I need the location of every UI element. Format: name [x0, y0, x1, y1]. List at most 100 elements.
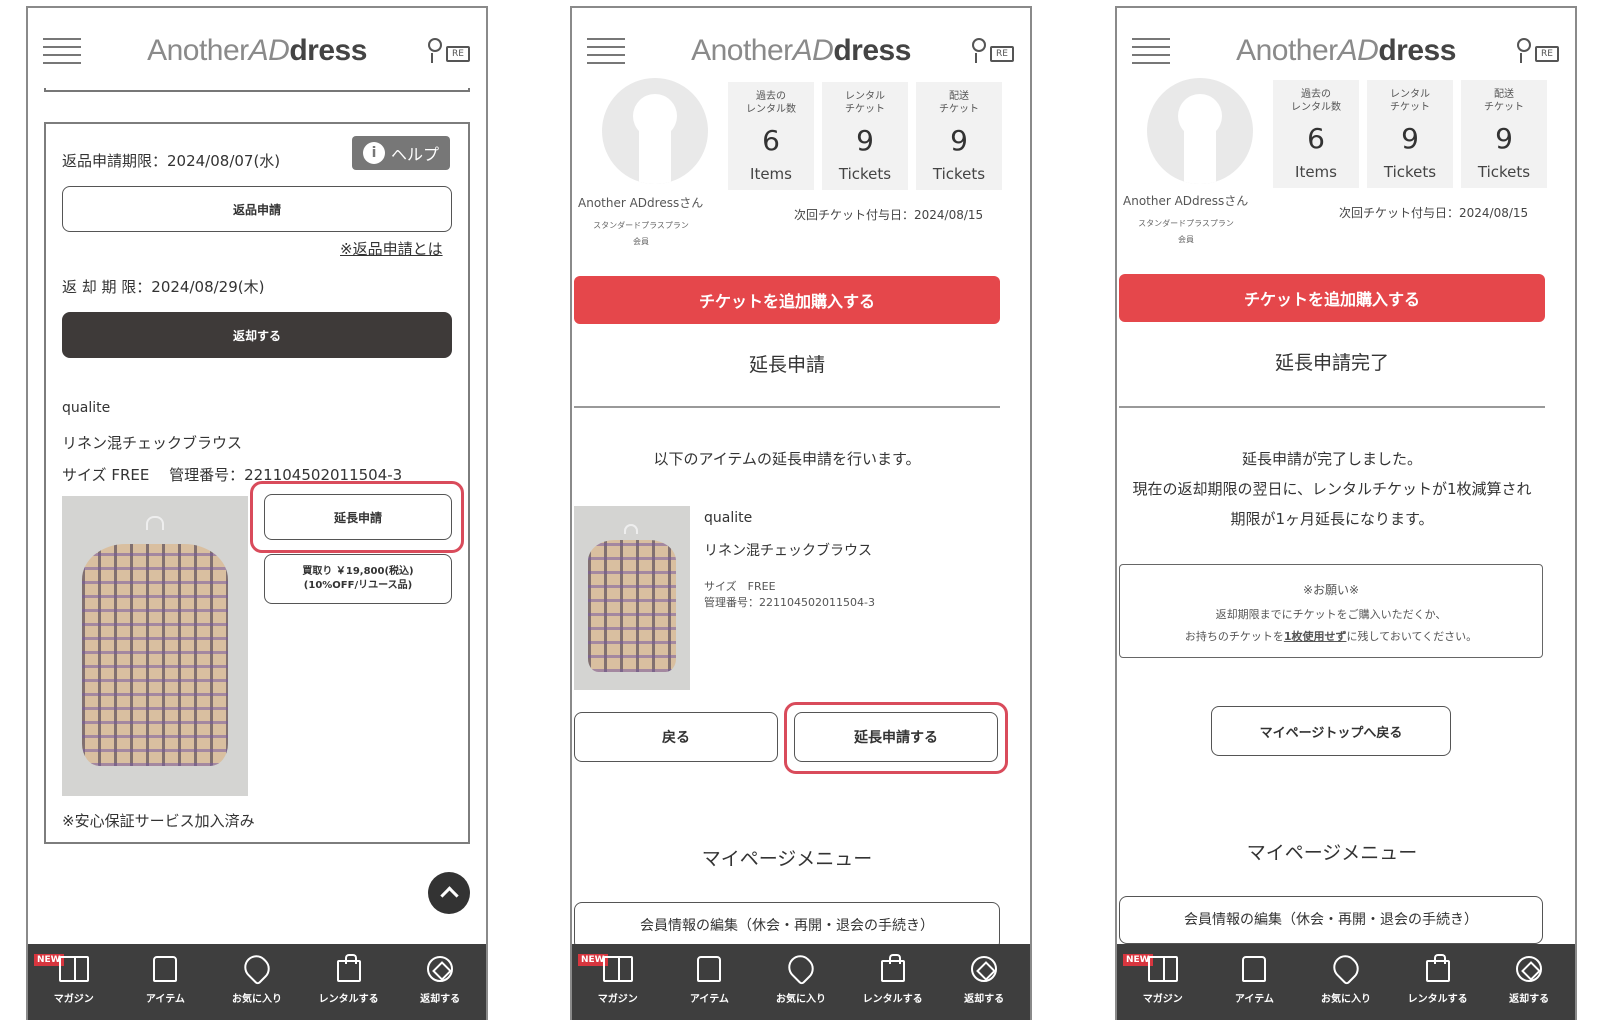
- stat-label: チケット: [939, 104, 979, 115]
- nav-rent[interactable]: レンタルする: [303, 944, 395, 1020]
- nav-rent[interactable]: レンタルする: [847, 944, 939, 1020]
- item-photo[interactable]: [62, 496, 248, 796]
- notice-title: ※お願い※: [1302, 583, 1360, 597]
- stat-rental-tickets: レンタル チケット 9 Tickets: [822, 82, 908, 190]
- stat-rental-tickets: レンタル チケット 9 Tickets: [1367, 80, 1453, 188]
- buy-item-button[interactable]: 買取り ￥19,800(税込) (10%OFF/リユース品): [264, 554, 452, 604]
- nav-label: マガジン: [53, 994, 94, 1005]
- stat-label: レンタル: [845, 91, 885, 102]
- section-title: 延長申請完了: [1274, 352, 1389, 374]
- back-to-mypage-button[interactable]: マイページトップへ戻る: [1211, 706, 1451, 756]
- blouse-image: [82, 544, 228, 766]
- profile-name: Another ADdressさん: [578, 196, 704, 210]
- nav-items[interactable]: アイテム: [664, 944, 756, 1020]
- account-ticket-icon[interactable]: RE: [1517, 38, 1561, 66]
- nav-label: 返却する: [964, 994, 1005, 1005]
- stat-unit: Items: [750, 165, 792, 183]
- user-icon: [428, 38, 442, 63]
- stat-value: 9: [950, 124, 968, 157]
- avatar: [602, 78, 708, 184]
- stat-label: チケット: [1390, 102, 1430, 113]
- heart-icon: [1328, 950, 1364, 986]
- nav-return[interactable]: 返却する: [938, 944, 1030, 1020]
- item-size: サイズ FREE: [704, 580, 776, 593]
- complete-message-line3: 期限が1ヶ月延長になります。: [1230, 510, 1434, 528]
- plan-member: 会員: [1178, 235, 1194, 244]
- shirt-icon: [153, 956, 178, 982]
- next-ticket-date: 次回チケット付与日：2024/08/15: [794, 208, 984, 222]
- magazine-icon: [1147, 956, 1178, 982]
- stat-label: 過去の: [1301, 89, 1331, 100]
- magazine-icon: [602, 956, 633, 982]
- stat-label: チケット: [1484, 102, 1524, 113]
- nav-label: アイテム: [1234, 994, 1274, 1005]
- return-button[interactable]: 返却する: [62, 312, 452, 358]
- heart-icon: [783, 950, 819, 986]
- avatar: [1147, 78, 1253, 184]
- logo[interactable]: AnotherADdress: [1117, 34, 1575, 68]
- extend-request-button[interactable]: 延長申請: [264, 494, 452, 540]
- divider: [574, 406, 1000, 408]
- item-photo: [574, 506, 690, 690]
- nav-favorites[interactable]: お気に入り: [1300, 944, 1392, 1020]
- intro-text: 以下のアイテムの延長申請を行います。: [653, 450, 921, 468]
- nav-favorites[interactable]: お気に入り: [755, 944, 847, 1020]
- menu-edit-profile[interactable]: 会員情報の編集（休会・再開・退会の手続き）: [574, 902, 1000, 950]
- help-button[interactable]: i ヘルプ: [352, 136, 450, 170]
- buy-tickets-button[interactable]: チケットを追加購入する: [574, 276, 1000, 324]
- stat-value: 6: [762, 124, 780, 157]
- stat-unit: Items: [1295, 163, 1337, 181]
- logo[interactable]: AnotherADdress: [572, 34, 1030, 68]
- guarantee-note: ※安心保証サービス加入済み: [62, 812, 255, 830]
- nav-magazine[interactable]: NEW マガジン: [1117, 944, 1209, 1020]
- notice-line2-emphasis: 1枚使用せず: [1283, 630, 1347, 643]
- back-button[interactable]: 戻る: [574, 712, 778, 762]
- stat-label: 配送: [1494, 89, 1514, 100]
- nav-label: お気に入り: [231, 994, 282, 1005]
- notice-line1: 返却期限までにチケットをご購入いただくか、: [1215, 608, 1447, 621]
- return-request-info-link[interactable]: ※返品申請とは: [340, 238, 443, 259]
- heart-icon: [239, 950, 275, 986]
- nav-rent[interactable]: レンタルする: [1392, 944, 1484, 1020]
- buy-tickets-button[interactable]: チケットを追加購入する: [1119, 274, 1545, 322]
- nav-magazine[interactable]: NEW マガジン: [572, 944, 664, 1020]
- nav-magazine[interactable]: NEW マガジン: [28, 944, 120, 1020]
- nav-items[interactable]: アイテム: [120, 944, 212, 1020]
- item-name: リネン混チェックブラウス: [62, 434, 243, 452]
- help-label: ヘルプ: [390, 145, 439, 164]
- return-deadline: 返 却 期 限：2024/08/29(木): [62, 278, 265, 296]
- nav-label: お気に入り: [1320, 994, 1371, 1005]
- stat-unit: Tickets: [1383, 163, 1437, 181]
- shopping-bag-icon: [1425, 954, 1450, 982]
- nav-favorites[interactable]: お気に入り: [211, 944, 303, 1020]
- account-ticket-icon[interactable]: RE: [972, 38, 1016, 66]
- stat-unit: Tickets: [932, 165, 986, 183]
- hanger-icon: [146, 516, 164, 530]
- plan-name: スタンダードプラスプラン: [593, 221, 689, 230]
- item-brand: qualite: [62, 400, 111, 416]
- account-ticket-icon[interactable]: RE: [428, 38, 472, 66]
- return-request-deadline: 返品申請期限：2024/08/07(水): [62, 152, 281, 170]
- return-request-button[interactable]: 返品申請: [62, 186, 452, 232]
- complete-message-line2: 現在の返却期限の翌日に、レンタルチケットが1枚減算され: [1132, 480, 1532, 498]
- notice-line2-pre: お持ちのチケットを: [1184, 630, 1284, 643]
- screen-extension-request: AnotherADdress RE 過去の レンタル数 6 Items レンタルチ…: [570, 6, 1032, 1020]
- nav-return[interactable]: 返却する: [394, 944, 486, 1020]
- menu-edit-profile[interactable]: 会員情報の編集（休会・再開・退会の手続き）: [1119, 896, 1543, 944]
- scroll-to-top-icon[interactable]: [428, 872, 470, 914]
- bottom-nav: NEW マガジン アイテム お気に入り レンタルする 返却する: [572, 944, 1030, 1020]
- shirt-icon: [1242, 956, 1267, 982]
- ticket-icon: RE: [1535, 46, 1559, 62]
- next-ticket-date: 次回チケット付与日：2024/08/15: [1339, 206, 1529, 220]
- nav-label: レンタルする: [1407, 994, 1468, 1005]
- buy-price: 買取り ￥19,800(税込): [302, 566, 414, 577]
- divider: [1119, 406, 1545, 408]
- logo[interactable]: AnotherADdress: [28, 34, 486, 68]
- nav-label: アイテム: [689, 994, 729, 1005]
- profile-name: Another ADdressさん: [1123, 194, 1249, 208]
- nav-return[interactable]: 返却する: [1483, 944, 1575, 1020]
- plan-member: 会員: [633, 237, 649, 246]
- submit-extension-button[interactable]: 延長申請する: [794, 712, 998, 762]
- stat-unit: Tickets: [838, 165, 892, 183]
- nav-items[interactable]: アイテム: [1209, 944, 1301, 1020]
